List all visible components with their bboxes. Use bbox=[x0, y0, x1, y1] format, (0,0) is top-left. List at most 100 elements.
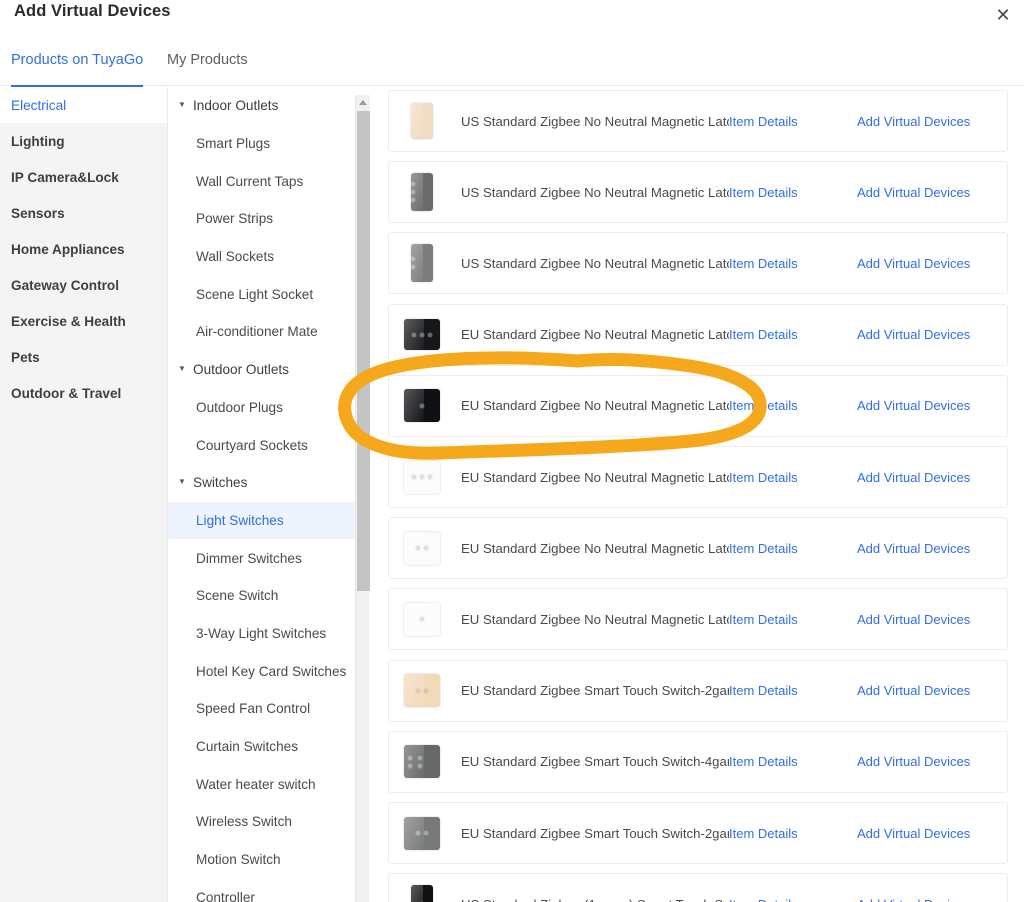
sidebar-item-ip-camera-lock[interactable]: IP Camera&Lock bbox=[0, 159, 167, 195]
sidebar-item-pets[interactable]: Pets bbox=[0, 339, 167, 375]
chevron-down-icon[interactable]: ▼ bbox=[178, 478, 190, 486]
product-row[interactable]: EU Standard Zigbee No Neutral Magnetic L… bbox=[388, 304, 1008, 366]
sidebar-item-electrical[interactable]: Electrical bbox=[0, 87, 167, 123]
subcategory-label: 3-Way Light Switches bbox=[196, 626, 326, 641]
product-thumbnail-icon bbox=[404, 319, 440, 350]
subcategory-item-power-strips[interactable]: Power Strips bbox=[168, 200, 356, 238]
item-details-link[interactable]: Item Details bbox=[729, 470, 857, 485]
subcategory-item-air-conditioner-mate[interactable]: Air-conditioner Mate bbox=[168, 313, 356, 351]
product-row[interactable]: US Standard Zigbee No Neutral Magnetic L… bbox=[388, 161, 1008, 223]
subcategory-label: Wireless Switch bbox=[196, 814, 292, 829]
tab-my-products[interactable]: My Products bbox=[167, 44, 248, 86]
item-details-link[interactable]: Item Details bbox=[729, 114, 857, 129]
subcategory-label: Speed Fan Control bbox=[196, 701, 310, 716]
product-thumbnail-wrap bbox=[402, 319, 442, 350]
sidebar-item-label: Gateway Control bbox=[11, 278, 119, 293]
subcategory-item-controller[interactable]: Controller bbox=[168, 878, 356, 902]
subcategory-label: Courtyard Sockets bbox=[196, 438, 308, 453]
subcategory-item-speed-fan-control[interactable]: Speed Fan Control bbox=[168, 690, 356, 728]
subcategory-item-hotel-key-card-switches[interactable]: Hotel Key Card Switches bbox=[168, 652, 356, 690]
add-virtual-devices-link[interactable]: Add Virtual Devices bbox=[857, 897, 1007, 902]
thumbnail-button-dot bbox=[408, 756, 412, 760]
item-details-link[interactable]: Item Details bbox=[729, 398, 857, 413]
subcategory-label: Motion Switch bbox=[196, 852, 281, 867]
subcategory-item-outdoor-outlets[interactable]: ▼Outdoor Outlets bbox=[168, 351, 356, 389]
close-icon[interactable]: ✕ bbox=[990, 2, 1016, 28]
sidebar-item-lighting[interactable]: Lighting bbox=[0, 123, 167, 159]
add-virtual-devices-link[interactable]: Add Virtual Devices bbox=[857, 470, 1007, 485]
product-row[interactable]: EU Standard Zigbee Smart Touch Switch-2g… bbox=[388, 660, 1008, 722]
subcategory-item-switches[interactable]: ▼Switches bbox=[168, 464, 356, 502]
product-row[interactable]: EU Standard Zigbee No Neutral Magnetic L… bbox=[388, 588, 1008, 650]
product-title: EU Standard Zigbee Smart Touch Switch-4g… bbox=[461, 754, 729, 769]
subcategory-item-wall-sockets[interactable]: Wall Sockets bbox=[168, 238, 356, 276]
subcategory-item-light-switches[interactable]: Light Switches bbox=[168, 502, 356, 540]
product-title: EU Standard Zigbee Smart Touch Switch-2g… bbox=[461, 826, 729, 841]
sidebar-item-sensors[interactable]: Sensors bbox=[0, 195, 167, 231]
item-details-link[interactable]: Item Details bbox=[729, 826, 857, 841]
scrollbar-thumb[interactable] bbox=[357, 111, 370, 591]
product-row[interactable]: EU Standard Zigbee Smart Touch Switch-4g… bbox=[388, 731, 1008, 793]
add-virtual-devices-link[interactable]: Add Virtual Devices bbox=[857, 114, 1007, 129]
sidebar-item-home-appliances[interactable]: Home Appliances bbox=[0, 231, 167, 267]
thumbnail-button-dot bbox=[418, 764, 422, 768]
subcategory-item-outdoor-plugs[interactable]: Outdoor Plugs bbox=[168, 389, 356, 427]
item-details-link[interactable]: Item Details bbox=[729, 327, 857, 342]
item-details-link[interactable]: Item Details bbox=[729, 683, 857, 698]
product-thumbnail-icon bbox=[404, 532, 440, 565]
subcategory-item-indoor-outlets[interactable]: ▼Indoor Outlets bbox=[168, 87, 356, 125]
chevron-down-icon[interactable]: ▼ bbox=[178, 101, 190, 109]
product-row[interactable]: EU Standard Zigbee No Neutral Magnetic L… bbox=[388, 517, 1008, 579]
thumbnail-button-dot bbox=[424, 831, 428, 835]
subcategory-item-scene-light-socket[interactable]: Scene Light Socket bbox=[168, 275, 356, 313]
thumbnail-button-dot bbox=[428, 475, 432, 479]
chevron-down-icon[interactable]: ▼ bbox=[178, 365, 190, 373]
subcategory-item-motion-switch[interactable]: Motion Switch bbox=[168, 841, 356, 879]
item-details-link[interactable]: Item Details bbox=[729, 256, 857, 271]
subcategory-item-courtyard-sockets[interactable]: Courtyard Sockets bbox=[168, 426, 356, 464]
add-virtual-devices-link[interactable]: Add Virtual Devices bbox=[857, 826, 1007, 841]
add-virtual-devices-link[interactable]: Add Virtual Devices bbox=[857, 754, 1007, 769]
sidebar-item-exercise-health[interactable]: Exercise & Health bbox=[0, 303, 167, 339]
subcategory-item-wireless-switch[interactable]: Wireless Switch bbox=[168, 803, 356, 841]
subcategory-item-curtain-switches[interactable]: Curtain Switches bbox=[168, 728, 356, 766]
item-details-link[interactable]: Item Details bbox=[729, 541, 857, 556]
add-virtual-devices-link[interactable]: Add Virtual Devices bbox=[857, 185, 1007, 200]
thumbnail-button-dot bbox=[412, 475, 416, 479]
thumbnail-buttons bbox=[404, 546, 440, 550]
product-thumbnail-wrap bbox=[402, 674, 442, 707]
subcategory-item-water-heater-switch[interactable]: Water heater switch bbox=[168, 765, 356, 803]
product-title: US Standard Zigbee No Neutral Magnetic L… bbox=[461, 256, 729, 271]
product-row[interactable]: US Standard Zigbee (1 gang) Smart Touch … bbox=[388, 873, 1008, 902]
scroll-up-arrow-icon[interactable] bbox=[356, 95, 370, 110]
add-virtual-devices-link[interactable]: Add Virtual Devices bbox=[857, 612, 1007, 627]
add-virtual-devices-link[interactable]: Add Virtual Devices bbox=[857, 256, 1007, 271]
add-virtual-devices-link[interactable]: Add Virtual Devices bbox=[857, 541, 1007, 556]
subcategory-item-smart-plugs[interactable]: Smart Plugs bbox=[168, 125, 356, 163]
product-thumbnail-wrap bbox=[402, 389, 442, 422]
product-thumbnail-icon bbox=[404, 745, 440, 778]
item-details-link[interactable]: Item Details bbox=[729, 612, 857, 627]
subcategory-item-wall-current-taps[interactable]: Wall Current Taps bbox=[168, 162, 356, 200]
product-thumbnail-wrap bbox=[402, 745, 442, 778]
sidebar-item-outdoor-travel[interactable]: Outdoor & Travel bbox=[0, 375, 167, 411]
sidebar-item-label: Exercise & Health bbox=[11, 314, 126, 329]
product-row[interactable]: US Standard Zigbee No Neutral Magnetic L… bbox=[388, 90, 1008, 152]
add-virtual-devices-link[interactable]: Add Virtual Devices bbox=[857, 327, 1007, 342]
subcategory-item-dimmer-switches[interactable]: Dimmer Switches bbox=[168, 539, 356, 577]
item-details-link[interactable]: Item Details bbox=[729, 185, 857, 200]
subcategory-label: Wall Current Taps bbox=[196, 174, 303, 189]
tab-products-on-tuyago[interactable]: Products on TuyaGo bbox=[11, 44, 143, 86]
add-virtual-devices-link[interactable]: Add Virtual Devices bbox=[857, 683, 1007, 698]
subcategory-item-3-way-light-switches[interactable]: 3-Way Light Switches bbox=[168, 615, 356, 653]
add-virtual-devices-link[interactable]: Add Virtual Devices bbox=[857, 398, 1007, 413]
subcategory-item-scene-switch[interactable]: Scene Switch bbox=[168, 577, 356, 615]
product-row[interactable]: US Standard Zigbee No Neutral Magnetic L… bbox=[388, 232, 1008, 294]
product-row[interactable]: EU Standard Zigbee No Neutral Magnetic L… bbox=[388, 446, 1008, 508]
sidebar-item-gateway-control[interactable]: Gateway Control bbox=[0, 267, 167, 303]
product-row[interactable]: EU Standard Zigbee Smart Touch Switch-2g… bbox=[388, 802, 1008, 864]
product-row[interactable]: EU Standard Zigbee No Neutral Magnetic L… bbox=[388, 375, 1008, 437]
item-details-link[interactable]: Item Details bbox=[729, 897, 857, 902]
item-details-link[interactable]: Item Details bbox=[729, 754, 857, 769]
subcategory-scrollbar[interactable] bbox=[355, 95, 369, 902]
